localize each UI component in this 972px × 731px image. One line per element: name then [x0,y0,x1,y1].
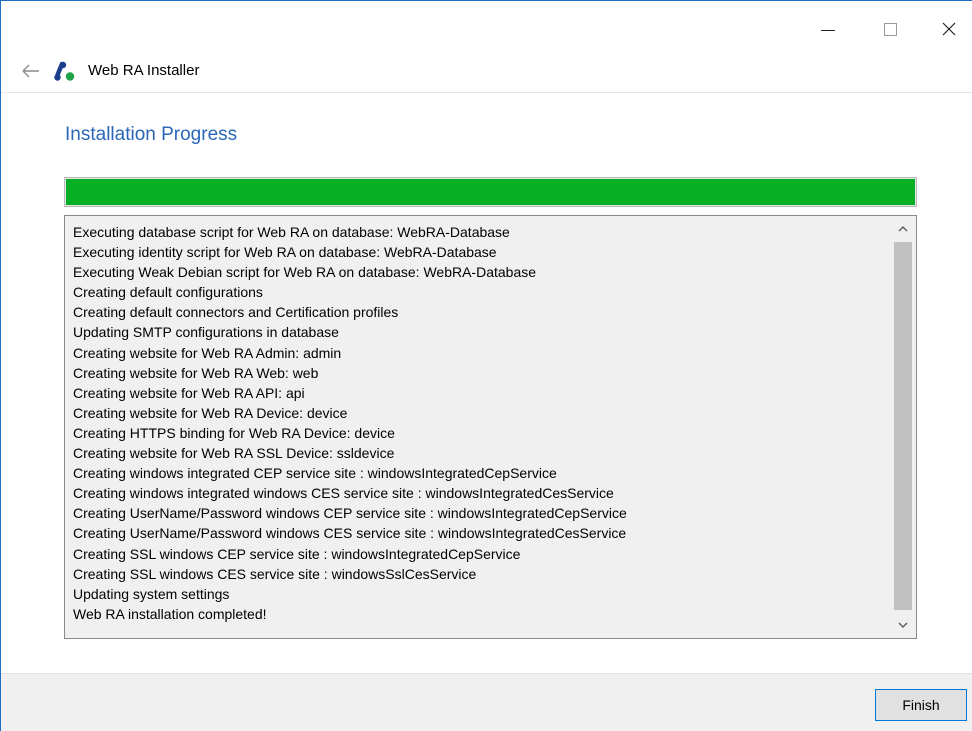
app-title: Web RA Installer [88,62,200,79]
log-line: Creating website for Web RA Admin: admin [73,344,342,361]
log-line: Creating website for Web RA SSL Device: … [73,445,395,462]
log-list: Executing database script for Web RA on … [73,222,883,624]
log-line: Creating website for Web RA Device: devi… [73,404,348,421]
log-line: Creating windows integrated windows CES … [73,485,614,502]
log-line: Updating SMTP configurations in database [73,324,339,341]
minimize-button[interactable] [805,1,851,57]
log-line: Creating UserName/Password windows CES s… [73,525,627,542]
page-title: Installation Progress [65,124,238,145]
log-scrollbar[interactable] [890,216,916,638]
log-line: Creating website for Web RA API: api [73,384,305,401]
progress-fill [66,179,915,205]
log-line: Creating SSL windows CEP service site : … [73,545,521,562]
app-logo-icon [54,61,75,81]
installation-progress-bar [64,177,917,207]
log-line: Executing database script for Web RA on … [73,224,510,240]
close-button[interactable] [926,1,972,57]
finish-button[interactable]: Finish [875,689,967,721]
back-arrow-icon [22,64,39,78]
minimize-icon [821,29,835,31]
log-line: Creating SSL windows CES service site : … [73,565,477,582]
log-line: Executing Weak Debian script for Web RA … [73,264,537,281]
log-line: Web RA installation completed! [73,605,267,622]
installer-window: Web RA Installer Installation Progress E… [0,0,972,731]
title-bar: Web RA Installer [1,1,972,93]
back-button[interactable] [19,61,43,81]
log-line: Creating website for Web RA Web: web [73,364,319,381]
maximize-icon [883,22,897,36]
scroll-up-button[interactable] [890,218,916,240]
chevron-down-icon [898,622,908,628]
chevron-up-icon [898,226,908,232]
log-line: Creating UserName/Password windows CEP s… [73,505,627,522]
maximize-button[interactable] [867,1,913,57]
scroll-down-button[interactable] [890,614,916,636]
log-line: Updating system settings [73,585,230,602]
close-icon [942,22,956,36]
log-line: Executing identity script for Web RA on … [73,244,497,261]
footer-bar: Finish [1,673,972,731]
scroll-thumb[interactable] [894,242,912,610]
log-line: Creating HTTPS binding for Web RA Device… [73,424,395,441]
log-line: Creating windows integrated CEP service … [73,465,557,482]
log-line: Creating default configurations [73,284,263,301]
installation-log[interactable]: Executing database script for Web RA on … [64,215,917,639]
log-line: Creating default connectors and Certific… [73,304,399,321]
